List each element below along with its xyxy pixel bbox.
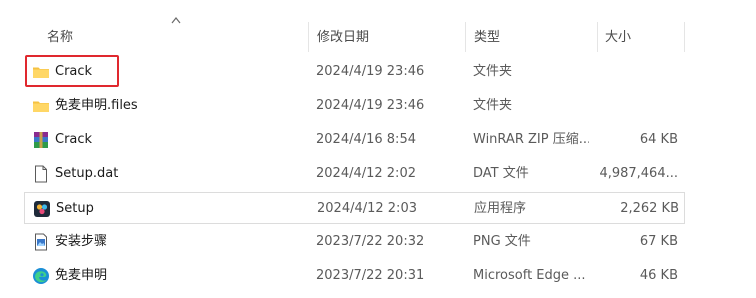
file-modified-date: 2023/7/22 20:32 xyxy=(316,234,425,249)
sort-ascending-icon[interactable] xyxy=(171,16,181,24)
file-name-cell[interactable]: Setup xyxy=(25,193,305,225)
file-name: 免麦申明.files xyxy=(55,98,138,113)
file-row[interactable]: Setup.dat 2024/4/12 2:02 DAT 文件 4,987,46… xyxy=(24,158,685,190)
file-size xyxy=(594,56,678,88)
file-name-cell[interactable]: Crack xyxy=(24,124,304,156)
column-header-name[interactable]: 名称 xyxy=(47,24,73,52)
column-header-modified[interactable]: 修改日期 xyxy=(317,24,369,52)
column-header-size[interactable]: 大小 xyxy=(605,24,631,52)
file-type: Microsoft Edge ... xyxy=(473,268,586,283)
column-divider[interactable] xyxy=(684,22,685,52)
column-divider[interactable] xyxy=(597,22,598,52)
file-row[interactable]: 免麦申明 2023/7/22 20:31 Microsoft Edge ... … xyxy=(24,260,685,292)
file-type: 文件夹 xyxy=(473,98,513,113)
file-row[interactable]: Crack 2024/4/19 23:46 文件夹 xyxy=(24,56,685,88)
file-type: DAT 文件 xyxy=(473,166,529,181)
file-size: 64 KB xyxy=(639,132,678,147)
file-name-cell[interactable]: 安装步骤 xyxy=(24,226,304,258)
file-size: 4,987,464... xyxy=(599,166,678,181)
setup-app-icon xyxy=(34,201,50,217)
file-modified-date: 2023/7/22 20:31 xyxy=(316,268,425,283)
file-size xyxy=(594,90,678,122)
file-explorer-details-view: 名称 修改日期 类型 大小 Crack 2024/4/19 23:46 文件夹 … xyxy=(0,0,756,298)
column-header-bar: 名称 修改日期 类型 大小 xyxy=(0,0,756,56)
file-row[interactable]: 免麦申明.files 2024/4/19 23:46 文件夹 xyxy=(24,90,685,122)
file-type: 应用程序 xyxy=(474,201,527,216)
file-modified-date: 2024/4/12 2:02 xyxy=(316,166,416,181)
file-name: Setup.dat xyxy=(55,166,119,181)
file-size: 46 KB xyxy=(639,268,678,283)
file-modified-date: 2024/4/16 8:54 xyxy=(316,132,416,147)
red-highlight-annotation xyxy=(25,55,119,87)
folder-icon xyxy=(33,101,49,112)
file-modified-date: 2024/4/12 2:03 xyxy=(317,201,417,216)
file-row-selected[interactable]: Setup 2024/4/12 2:03 应用程序 2,262 KB xyxy=(24,192,685,224)
file-size: 67 KB xyxy=(639,234,678,249)
file-name: 安装步骤 xyxy=(55,234,108,249)
column-divider[interactable] xyxy=(308,22,309,52)
file-name-cell[interactable]: Setup.dat xyxy=(24,158,304,190)
file-row[interactable]: 安装步骤 2023/7/22 20:32 PNG 文件 67 KB xyxy=(24,226,685,258)
column-divider[interactable] xyxy=(465,22,466,52)
winrar-archive-icon xyxy=(34,132,48,148)
file-modified-date: 2024/4/19 23:46 xyxy=(316,64,425,79)
column-header-type[interactable]: 类型 xyxy=(474,24,500,52)
file-name-cell[interactable]: 免麦申明 xyxy=(24,260,304,292)
file-type: WinRAR ZIP 压缩... xyxy=(473,132,589,147)
file-size: 2,262 KB xyxy=(620,201,679,216)
file-type: PNG 文件 xyxy=(473,234,531,249)
file-name: Setup xyxy=(56,201,94,216)
file-name-cell[interactable]: 免麦申明.files xyxy=(24,90,304,122)
png-image-icon xyxy=(35,233,47,251)
file-name: Crack xyxy=(55,132,93,147)
document-icon xyxy=(35,165,47,183)
file-name: 免麦申明 xyxy=(55,268,108,283)
file-row[interactable]: Crack 2024/4/16 8:54 WinRAR ZIP 压缩... 64… xyxy=(24,124,685,156)
file-modified-date: 2024/4/19 23:46 xyxy=(316,98,425,113)
file-type: 文件夹 xyxy=(473,64,513,79)
edge-html-icon xyxy=(33,268,49,284)
